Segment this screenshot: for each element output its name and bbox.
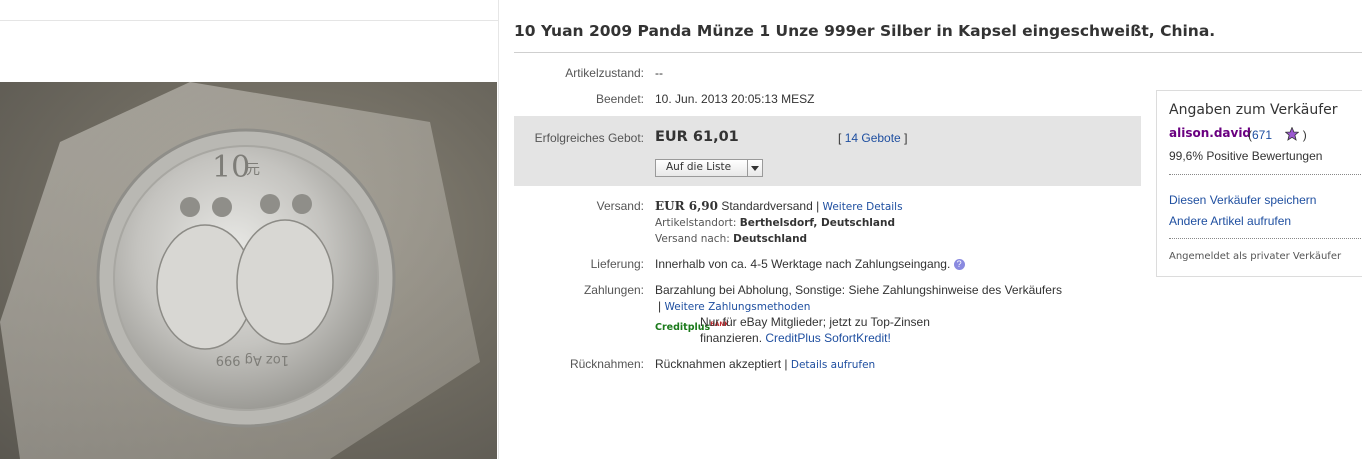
condition-label: Artikelzustand: [565, 66, 644, 80]
coin-bottom-text: 1oz Ag 999 [216, 352, 289, 367]
creditplus-link[interactable]: CreditPlus SofortKredit! [765, 331, 890, 345]
save-seller-link[interactable]: Diesen Verkäufer speichern [1169, 193, 1316, 207]
shipping-price: EUR 6,90 [655, 199, 718, 213]
condition-value: -- [655, 66, 663, 80]
returns-value: Rücknahmen akzeptiert [655, 357, 782, 371]
shipping-line: EUR 6,90 Standardversand | Weitere Detai… [655, 199, 903, 213]
bid-history-link[interactable]: 14 Gebote [845, 131, 901, 145]
delivery-value: Innerhalb von ca. 4-5 Werktage nach Zahl… [655, 257, 951, 271]
shipping-details-link[interactable]: Weitere Details [823, 201, 903, 213]
ended-label: Beendet: [595, 92, 644, 106]
delivery-label: Lieferung: [590, 257, 644, 271]
watchlist-button-label: Auf die Liste [666, 161, 732, 173]
ships-to: Versand nach: Deutschland [655, 233, 807, 245]
more-payment-methods-link[interactable]: Weitere Zahlungsmethoden [664, 301, 810, 313]
returns-pipe: | [784, 357, 788, 371]
ships-to-value: Deutschland [733, 233, 808, 245]
coin-illustration: 10 元 1oz Ag 999 [0, 82, 480, 459]
seller-positive: 99,6% Positive Bewertungen [1169, 149, 1323, 163]
divider [1169, 238, 1362, 239]
payments-more: | Weitere Zahlungsmethoden [658, 299, 810, 313]
seller-feedback: (671 ) [1248, 126, 1307, 142]
watchlist-button[interactable]: Auf die Liste [655, 159, 763, 177]
coin-denomination: 10 [212, 150, 250, 185]
payments-label: Zahlungen: [583, 283, 644, 297]
seller-heading: Angaben zum Verkäufer [1169, 102, 1338, 118]
bid-count-close: ] [904, 131, 908, 145]
item-location: Artikelstandort: Berthelsdorf, Deutschla… [655, 217, 895, 229]
shipping-method: Standardversand | [721, 199, 820, 213]
divider [498, 0, 499, 459]
item-location-value: Berthelsdorf, Deutschland [739, 217, 895, 229]
bid-count-open: [ [838, 131, 842, 145]
delivery-line: Innerhalb von ca. 4-5 Werktage nach Zahl… [655, 257, 965, 271]
seller-box: Angaben zum Verkäufer alison.david (671 … [1156, 90, 1362, 277]
dropdown-arrow-icon[interactable] [747, 160, 762, 176]
feedback-score-link[interactable]: 671 [1252, 128, 1272, 142]
panda-right [236, 219, 334, 345]
creditplus-line2: finanzieren. CreditPlus SofortKredit! [700, 331, 891, 345]
payments-pipe: | [658, 299, 662, 313]
other-items-link[interactable]: Andere Artikel aufrufen [1169, 214, 1291, 228]
bid-box [514, 116, 1141, 186]
payments-value: Barzahlung bei Abholung, Sonstige: Siehe… [655, 283, 1062, 297]
coin-denomination-suffix: 元 [246, 162, 260, 178]
shipping-label: Versand: [596, 199, 644, 213]
item-title: 10 Yuan 2009 Panda Münze 1 Unze 999er Si… [514, 22, 1216, 40]
ended-value: 10. Jun. 2013 20:05:13 MESZ [655, 92, 815, 106]
winning-bid-label: Erfolgreiches Gebot: [534, 131, 644, 145]
winning-bid-value: EUR 61,01 [655, 129, 739, 145]
item-location-label: Artikelstandort: [655, 217, 737, 229]
item-image[interactable]: 10 元 1oz Ag 999 [0, 82, 497, 459]
divider [1169, 174, 1362, 175]
seller-name-link[interactable]: alison.david [1169, 126, 1251, 140]
returns-line: Rücknahmen akzeptiert | Details aufrufen [655, 357, 875, 371]
creditplus-line1: Nur für eBay Mitglieder; jetzt zu Top-Zi… [700, 315, 930, 329]
feedback-close: ) [1302, 128, 1307, 142]
creditplus-line2-text: finanzieren. [700, 331, 763, 345]
seller-registered: Angemeldet als privater Verkäufer [1169, 251, 1342, 262]
title-divider [514, 52, 1362, 53]
help-icon[interactable]: ? [953, 259, 965, 270]
ships-to-label: Versand nach: [655, 233, 730, 245]
feedback-star-icon[interactable] [1284, 126, 1300, 141]
bid-count: [ 14 Gebote ] [838, 131, 907, 145]
returns-label: Rücknahmen: [569, 357, 644, 371]
returns-details-link[interactable]: Details aufrufen [791, 359, 875, 371]
